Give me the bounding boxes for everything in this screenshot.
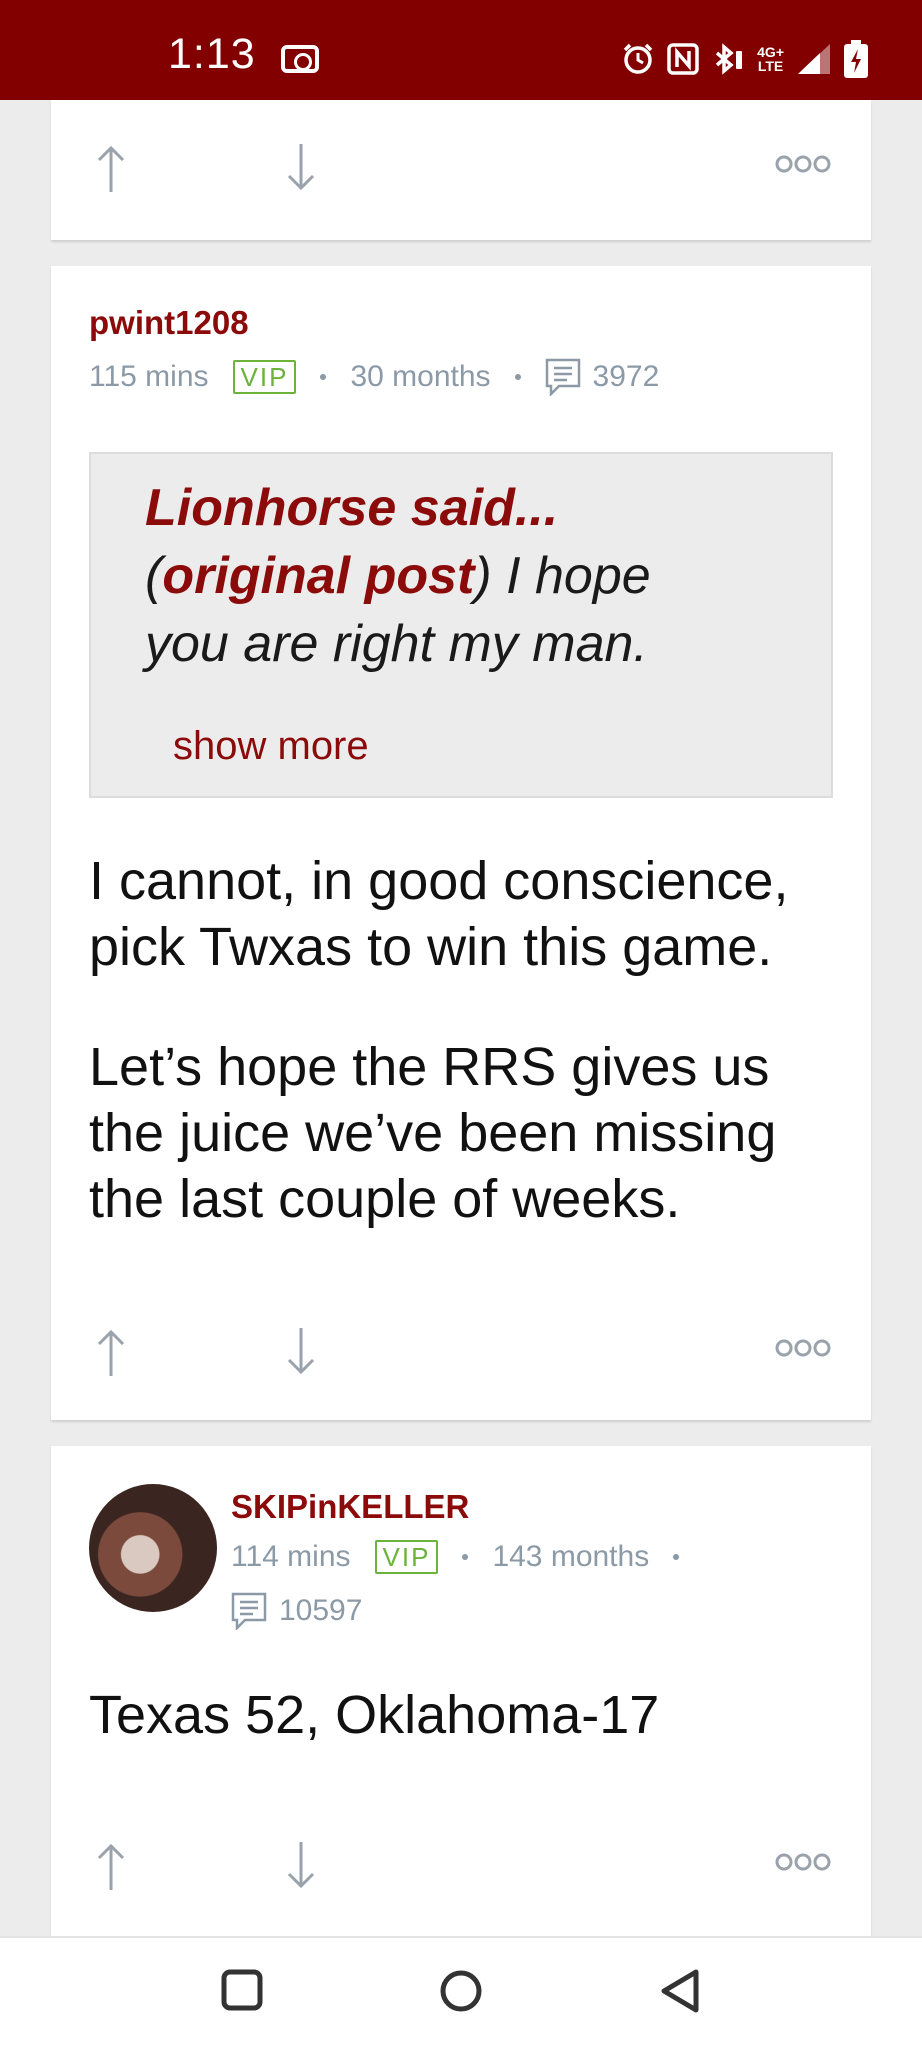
post-time: 115 mins [89, 360, 209, 393]
battery-charging-icon [844, 40, 868, 78]
post-count: 3972 [592, 360, 660, 393]
screen-record-icon [281, 45, 319, 73]
separator-dot [320, 374, 327, 380]
back-icon[interactable] [658, 1968, 702, 2014]
clock: 1:13 [168, 30, 256, 78]
downvote-arrow-icon[interactable] [281, 138, 321, 198]
vip-badge: VIP [374, 1540, 439, 1574]
post-actions [91, 1322, 831, 1382]
post-paragraph: I cannot, in good conscience, pick Twxas… [89, 851, 789, 977]
upvote-arrow-icon[interactable] [91, 1836, 131, 1896]
status-icons: 4G+ LTE [621, 40, 868, 78]
member-tenure: 143 months [492, 1540, 650, 1573]
post-time: 114 mins [231, 1540, 351, 1573]
bluetooth-icon [716, 43, 743, 75]
post-card: SKIPinKELLER 114 mins VIP 143 months 105… [51, 1446, 871, 1936]
more-options-icon[interactable] [775, 152, 831, 176]
quote-author: Lionhorse said... [145, 479, 559, 537]
separator-dot [514, 374, 521, 380]
post-card-previous [51, 100, 871, 240]
downvote-arrow-icon[interactable] [281, 1836, 321, 1896]
post-actions [91, 138, 831, 198]
upvote-arrow-icon[interactable] [91, 138, 131, 198]
recent-apps-icon[interactable] [220, 1968, 264, 2012]
member-tenure: 30 months [350, 360, 491, 393]
separator-dot [673, 1554, 680, 1560]
username-link[interactable]: pwint1208 [89, 304, 249, 342]
vip-badge: VIP [232, 360, 297, 394]
comment-count-icon [545, 358, 580, 396]
alarm-icon [623, 43, 653, 74]
avatar[interactable] [89, 1484, 217, 1612]
comment-count-icon [231, 1592, 267, 1630]
show-more-link[interactable]: show more [173, 724, 369, 769]
home-icon[interactable] [438, 1968, 484, 2014]
post-count: 10597 [279, 1594, 363, 1627]
username-link[interactable]: SKIPinKELLER [231, 1488, 469, 1526]
post-card: pwint1208 115 mins VIP 30 months 3972 Li… [51, 266, 871, 1420]
more-options-icon[interactable] [775, 1850, 831, 1874]
quote-text: Lionhorse said... (original post) I hope … [145, 479, 651, 673]
signal-icon [798, 44, 830, 74]
downvote-arrow-icon[interactable] [281, 1322, 321, 1382]
quoted-post: Lionhorse said... (original post) I hope … [89, 452, 833, 798]
separator-dot [462, 1554, 469, 1560]
status-bar: 1:13 4G+ LTE [0, 0, 922, 100]
network-indicator: 4G+ LTE [757, 44, 784, 74]
more-options-icon[interactable] [775, 1336, 831, 1360]
original-post-link[interactable]: original post [162, 547, 474, 605]
nfc-icon [667, 43, 699, 75]
post-meta: 114 mins VIP 143 months [231, 1540, 703, 1574]
upvote-arrow-icon[interactable] [91, 1322, 131, 1382]
system-nav-bar [0, 1936, 922, 2048]
post-paragraph: Let’s hope the RRS gives us the juice we… [89, 1037, 777, 1229]
post-meta: 115 mins VIP 30 months 3972 [89, 358, 659, 396]
post-actions [91, 1836, 831, 1896]
post-paragraph: Texas 52, Oklahoma-17 [89, 1685, 660, 1745]
post-meta-count: 10597 [231, 1592, 362, 1630]
